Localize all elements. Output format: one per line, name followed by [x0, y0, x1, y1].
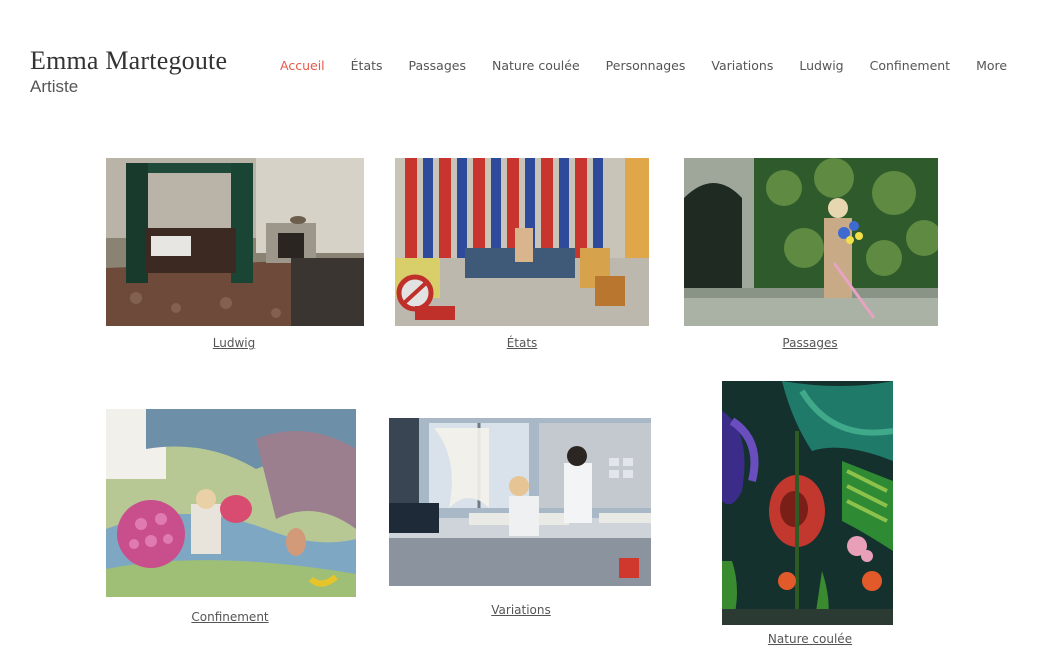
- nav-item-passages[interactable]: Passages: [399, 56, 476, 75]
- gallery-caption-etats[interactable]: États: [507, 336, 538, 350]
- nav-item-confinement[interactable]: Confinement: [860, 56, 960, 75]
- gallery-caption-variations[interactable]: Variations: [491, 603, 551, 617]
- gallery-caption-nature-coulee[interactable]: Nature coulée: [768, 632, 852, 646]
- nav-item-personnages[interactable]: Personnages: [596, 56, 696, 75]
- artwork-passages-image[interactable]: [684, 158, 938, 326]
- nav-item-etats[interactable]: États: [341, 56, 393, 75]
- artwork-confinement-image[interactable]: [106, 409, 356, 597]
- gallery-caption-ludwig[interactable]: Ludwig: [213, 336, 255, 350]
- nav-item-ludwig[interactable]: Ludwig: [789, 56, 853, 75]
- main-nav: Accueil États Passages Nature coulée Per…: [270, 56, 1023, 75]
- artwork-etats-image[interactable]: [395, 158, 649, 326]
- artwork-ludwig-image[interactable]: [106, 158, 364, 326]
- artwork-variations-image[interactable]: [389, 418, 651, 586]
- gallery-caption-confinement[interactable]: Confinement: [191, 610, 268, 624]
- site-title[interactable]: Emma Martegoute: [30, 46, 227, 76]
- artwork-nature-coulee-image[interactable]: [722, 381, 893, 625]
- nav-item-variations[interactable]: Variations: [701, 56, 783, 75]
- site-subtitle: Artiste: [30, 77, 79, 96]
- nav-item-nature-coulee[interactable]: Nature coulée: [482, 56, 590, 75]
- nav-item-accueil[interactable]: Accueil: [270, 56, 335, 75]
- gallery-caption-passages[interactable]: Passages: [782, 336, 837, 350]
- page: Emma Martegoute Artiste Accueil États Pa…: [0, 0, 1040, 650]
- nav-item-more[interactable]: More: [966, 56, 1017, 75]
